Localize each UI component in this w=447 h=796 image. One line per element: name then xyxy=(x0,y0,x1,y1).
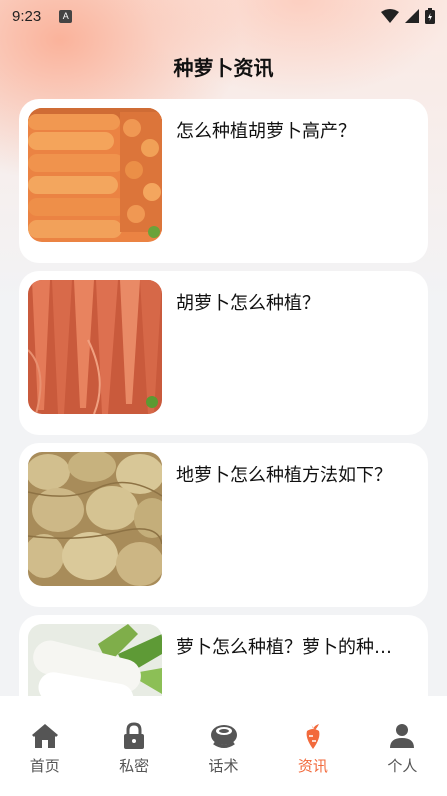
article-title: 胡萝卜怎么种植？ xyxy=(176,293,320,314)
tab-private[interactable]: 私密 xyxy=(89,696,178,796)
tab-profile[interactable]: 个人 xyxy=(358,696,447,796)
tab-label: 话术 xyxy=(208,757,239,775)
notification-icon: A xyxy=(59,9,73,23)
article-thumbnail-fresh-carrots xyxy=(28,280,162,414)
lock-icon xyxy=(124,722,145,749)
page-header: 种萝卜资讯 xyxy=(0,48,447,84)
article-card[interactable]: 地萝卜怎么种植方法如下？ xyxy=(19,443,428,607)
tab-label: 资讯 xyxy=(297,757,328,775)
article-card[interactable]: 胡萝卜怎么种植？ xyxy=(19,271,428,435)
carrot-icon xyxy=(306,723,320,749)
wifi-icon xyxy=(381,9,399,23)
article-title: 地萝卜怎么种植方法如下？ xyxy=(176,465,392,486)
tab-label: 首页 xyxy=(29,757,60,775)
status-bar: 9:23 A xyxy=(0,0,447,32)
tab-scripts[interactable]: 话术 xyxy=(179,696,268,796)
article-thumbnail-jicama xyxy=(28,452,162,586)
signal-icon xyxy=(405,9,419,23)
page-title: 种萝卜资讯 xyxy=(173,55,274,80)
tab-label: 私密 xyxy=(119,757,150,775)
article-card[interactable]: 怎么种植胡萝卜高产？ xyxy=(19,99,428,263)
user-icon xyxy=(390,724,415,748)
home-icon xyxy=(31,724,58,748)
status-time: 9:23 xyxy=(12,7,42,25)
tab-home[interactable]: 首页 xyxy=(0,696,89,796)
tab-label: 个人 xyxy=(387,757,418,775)
article-title: 怎么种植胡萝卜高产？ xyxy=(176,121,356,142)
battery-icon xyxy=(425,8,435,24)
bottom-tab-bar: 首页 私密 话术 资讯 个人 xyxy=(0,696,447,796)
article-thumbnail-carrots-bag xyxy=(28,108,162,242)
status-indicators xyxy=(381,8,435,24)
tab-news[interactable]: 资讯 xyxy=(268,696,357,796)
chat-bowl-icon xyxy=(210,725,237,748)
article-list: 怎么种植胡萝卜高产？ 胡萝卜怎么种植？ 地萝卜怎么种植方法如下？ 萝卜怎么种植？… xyxy=(19,99,428,787)
